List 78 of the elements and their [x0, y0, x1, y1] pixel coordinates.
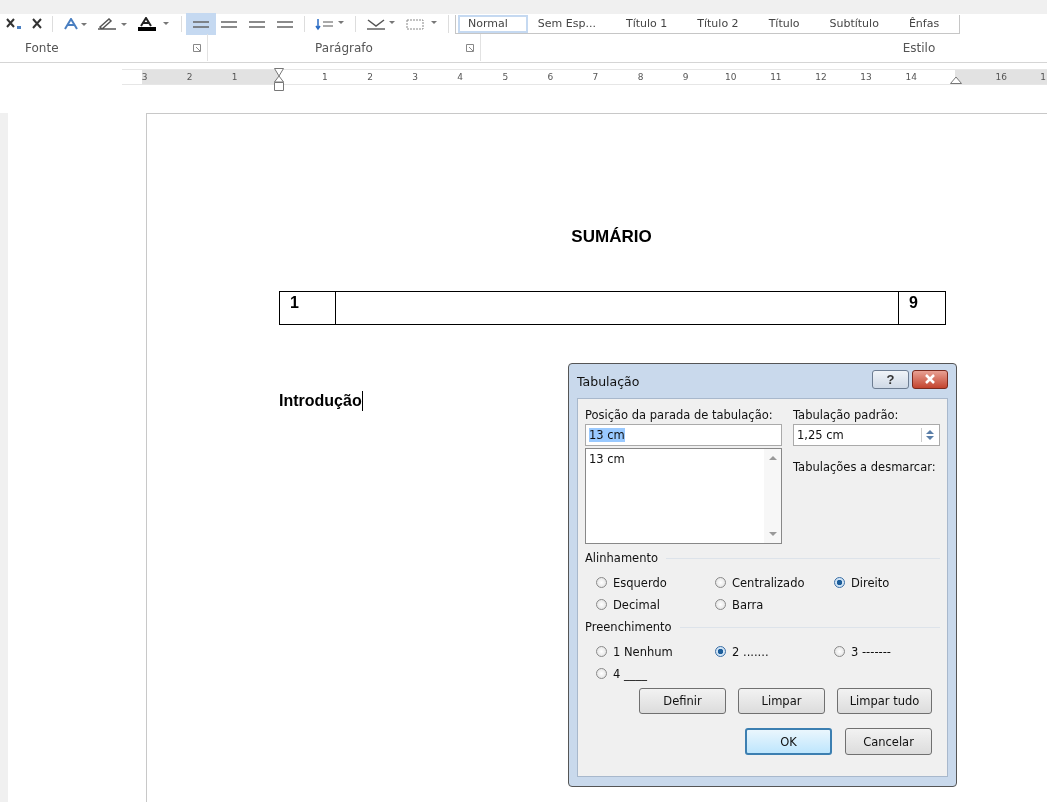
highlight-icon[interactable] — [97, 18, 127, 30]
ruler-number: 4 — [457, 72, 464, 82]
style-option[interactable]: Título — [758, 14, 820, 33]
text-effects-icon[interactable] — [63, 18, 87, 30]
ruler-number: 5 — [502, 72, 509, 82]
ruler-number: 9 — [682, 72, 689, 82]
radio-option[interactable]: Direito — [834, 574, 940, 591]
radio-option[interactable]: 1 Nenhum — [596, 643, 715, 660]
dialog-button[interactable]: Definir — [639, 688, 726, 714]
style-option[interactable]: Subtítulo — [819, 14, 899, 33]
ruler-number: 11 — [770, 72, 782, 82]
ruler-number: 14 — [905, 72, 917, 82]
dialog-button[interactable]: Limpar — [738, 688, 825, 714]
ruler-number: 1 — [322, 72, 328, 82]
document-heading: SUMÁRIO — [570, 227, 653, 247]
subscript-icon[interactable] — [6, 18, 22, 30]
radio-option[interactable]: 2 ....... — [715, 643, 834, 660]
radio-option[interactable]: Decimal — [596, 596, 715, 613]
radio-option[interactable]: Centralizado — [715, 574, 834, 591]
style-option[interactable]: Normal — [458, 14, 528, 33]
dialog-button[interactable]: Limpar tudo — [837, 688, 932, 714]
document-paragraph: Introdução — [279, 392, 362, 410]
ok-button[interactable]: OK — [745, 728, 832, 755]
close-icon — [924, 374, 936, 384]
ruler-number: 16 — [995, 72, 1008, 82]
table-cell-text: 9 — [908, 293, 919, 313]
tab-stop-list[interactable]: 13 cm — [585, 448, 782, 544]
dialog-launcher-icon[interactable] — [466, 43, 474, 52]
table-cell: 1 — [280, 292, 336, 324]
group-label: Fonte — [25, 40, 59, 55]
spin-up-icon[interactable] — [926, 429, 934, 434]
ruler-number: 10 — [725, 72, 737, 82]
ruler-number: 3 — [412, 72, 418, 82]
style-option[interactable]: Título 1 — [615, 14, 688, 33]
spin-down-icon[interactable] — [926, 436, 934, 441]
dialog-title: Tabulação — [577, 373, 640, 389]
text-cursor — [361, 391, 363, 411]
style-option[interactable]: Sem Esp... — [527, 14, 616, 33]
ruler-number: 3 — [141, 72, 148, 82]
ruler-number: 6 — [547, 72, 554, 82]
field-label: Tabulação padrão: — [793, 407, 900, 424]
right-indent-marker-icon[interactable] — [949, 75, 962, 84]
field-label: Posição da parada de tabulação: — [585, 407, 774, 424]
radio-option[interactable]: 4 ____ — [596, 665, 715, 682]
ruler-number: 8 — [637, 72, 644, 82]
section-title: Alinhamento — [585, 551, 658, 565]
line-spacing-icon[interactable] — [315, 17, 345, 31]
section-title: Preenchimento — [585, 620, 672, 634]
radio-option[interactable]: Barra — [715, 596, 834, 613]
group-label: Parágrafo — [315, 40, 373, 55]
ruler-number: 1 — [1040, 72, 1046, 82]
radio-option[interactable]: 3 ------- — [834, 643, 940, 660]
scroll-down-icon[interactable] — [768, 532, 777, 537]
style-option[interactable]: Ênfas — [898, 14, 960, 33]
font-color-icon[interactable] — [137, 17, 171, 31]
ruler-number: 2 — [367, 72, 373, 82]
ruler-number: 2 — [186, 72, 193, 82]
close-button[interactable] — [912, 369, 948, 389]
position-field[interactable]: 13 cm — [585, 424, 782, 446]
cancel-button[interactable]: Cancelar — [845, 728, 932, 755]
scrollbar[interactable] — [764, 449, 781, 543]
help-button[interactable]: ? — [872, 369, 909, 389]
indent-marker-icon[interactable] — [274, 68, 285, 92]
list-item[interactable]: 13 cm — [589, 452, 761, 466]
group-label: Estilo — [902, 40, 936, 55]
ruler-number: 1 — [231, 72, 238, 82]
ruler-number: 12 — [815, 72, 827, 82]
field-label: Tabulações a desmarcar: — [793, 459, 937, 476]
align-left-icon[interactable] — [186, 13, 216, 35]
scroll-up-icon[interactable] — [768, 455, 777, 460]
ruler-number: 13 — [860, 72, 872, 82]
default-tab-spinner[interactable]: 1,25 cm — [793, 424, 940, 446]
style-option[interactable]: Título 2 — [687, 14, 759, 33]
clear-format-icon[interactable] — [32, 18, 42, 30]
radio-option[interactable]: Esquerdo — [596, 574, 715, 591]
shading-icon[interactable] — [366, 17, 396, 31]
dialog-launcher-icon[interactable] — [193, 43, 201, 52]
ruler-number: 7 — [592, 72, 599, 82]
